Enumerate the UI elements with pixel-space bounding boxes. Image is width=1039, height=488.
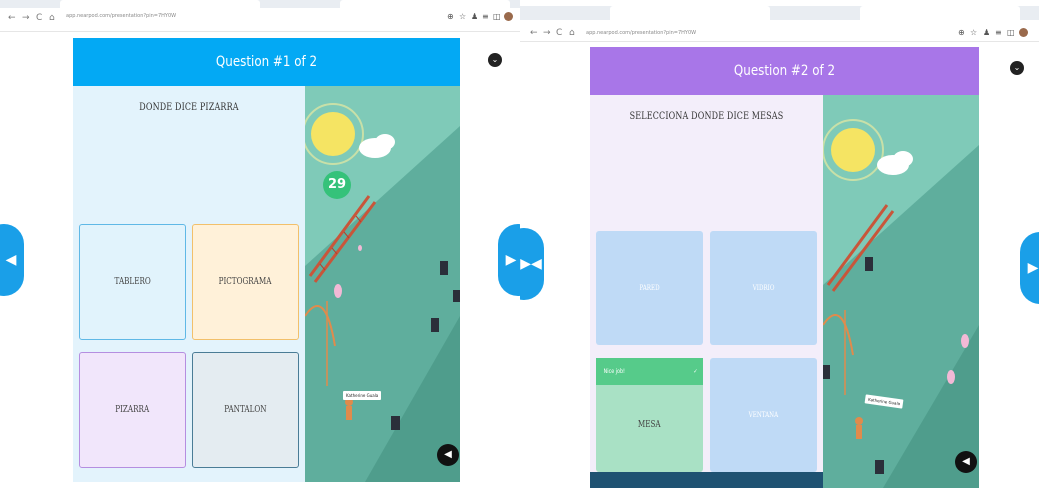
answer-option[interactable]: PIZARRA [79, 352, 186, 468]
question-counter: Question #2 of 2 [733, 63, 836, 79]
check-icon: ✓ [693, 368, 698, 375]
browser-toolbar: ← → C ⌂ app.nearpod.com/presentation?pin… [0, 0, 520, 32]
answer-label: MESA [638, 420, 661, 430]
question-header: Question #2 of 2 [590, 47, 979, 95]
answer-option[interactable]: PICTOGRAMA [192, 224, 299, 340]
extension-icon[interactable]: ≡ [995, 28, 1002, 37]
reload-icon[interactable]: C [556, 28, 562, 38]
answer-option[interactable]: PARED [596, 231, 703, 345]
back-icon[interactable]: ← [8, 13, 16, 23]
address-bar[interactable]: app.nearpod.com/presentation?pin=7HY0W [66, 13, 176, 19]
address-bar[interactable]: app.nearpod.com/presentation?pin=7HY0W [586, 30, 696, 36]
game-scene: Katherine Guala ◀ [823, 95, 979, 488]
answer-label: PIZARRA [115, 405, 150, 415]
forward-icon[interactable]: → [543, 28, 551, 38]
chevron-down-icon[interactable]: ⌄ [1010, 61, 1024, 75]
extension-icon[interactable]: ≡ [482, 12, 489, 21]
answer-option-selected[interactable]: Nice job! ✓ MESA [596, 358, 703, 472]
answer-label: TABLERO [114, 277, 151, 287]
speaker-icon[interactable]: ◀ [955, 451, 977, 473]
chevron-down-icon[interactable]: ⌄ [488, 53, 502, 67]
browser-tab[interactable] [860, 6, 1020, 20]
tab-strip [0, 0, 520, 8]
question-counter: Question #1 of 2 [215, 54, 318, 70]
scene-illustration [305, 86, 460, 482]
extension-icon[interactable]: ◫ [1007, 28, 1015, 37]
browser-tab[interactable] [60, 0, 260, 8]
profile-avatar[interactable] [1019, 28, 1028, 37]
reload-icon[interactable]: C [36, 13, 42, 23]
chevron-left-icon[interactable]: ▶◀ [520, 228, 544, 300]
scene-illustration [823, 95, 979, 488]
extension-icon[interactable]: ◫ [493, 12, 501, 21]
chevron-right-icon[interactable]: ▶ [498, 224, 520, 296]
extension-icon[interactable]: ⊕ [958, 28, 965, 37]
answer-label: PICTOGRAMA [219, 277, 272, 287]
extension-icon[interactable]: ♟ [471, 12, 478, 21]
answer-option[interactable]: PANTALON [192, 352, 299, 468]
back-icon[interactable]: ← [530, 28, 538, 38]
question-text: DONDE DICE PIZARRA [139, 102, 239, 113]
right-screenshot: ← → C ⌂ app.nearpod.com/presentation?pin… [520, 0, 1039, 488]
answer-label: PANTALON [224, 405, 267, 415]
chevron-right-icon[interactable]: ▶ [1020, 232, 1039, 304]
star-icon[interactable]: ☆ [970, 28, 977, 37]
left-screenshot: ← → C ⌂ app.nearpod.com/presentation?pin… [0, 0, 520, 488]
answer-option[interactable]: TABLERO [79, 224, 186, 340]
correct-answer-label: Nice job! [603, 368, 625, 375]
home-icon[interactable]: ⌂ [49, 13, 55, 23]
home-icon[interactable]: ⌂ [569, 28, 575, 38]
star-icon[interactable]: ☆ [459, 12, 466, 21]
answer-label: PARED [639, 284, 660, 292]
game-scene: 29 Katherine Guala ◀ [305, 86, 460, 482]
bottom-bar [590, 472, 842, 488]
correct-answer-banner: Nice job! ✓ [596, 358, 703, 385]
question-text: SELECCIONA DONDE DICE MESAS [629, 111, 784, 122]
answer-label: VIDRIO [752, 284, 775, 292]
browser-tab[interactable] [610, 6, 770, 20]
question-header: Question #1 of 2 [73, 38, 460, 86]
tab-strip [520, 6, 1039, 20]
answer-label: VENTANA [748, 411, 779, 419]
forward-icon[interactable]: → [22, 13, 30, 23]
extension-icon[interactable]: ⊕ [447, 12, 454, 21]
extension-icon[interactable]: ♟ [983, 28, 990, 37]
browser-toolbar: ← → C ⌂ app.nearpod.com/presentation?pin… [520, 6, 1039, 42]
answer-option[interactable]: VIDRIO [710, 231, 817, 345]
profile-avatar[interactable] [504, 12, 513, 21]
student-name-tag: Katherine Guala [343, 391, 382, 400]
chevron-left-icon[interactable]: ◀ [0, 224, 24, 296]
browser-tab[interactable] [340, 0, 510, 8]
countdown-timer: 29 [323, 171, 351, 199]
speaker-icon[interactable]: ◀ [437, 444, 459, 466]
answer-option[interactable]: VENTANA [710, 358, 817, 472]
